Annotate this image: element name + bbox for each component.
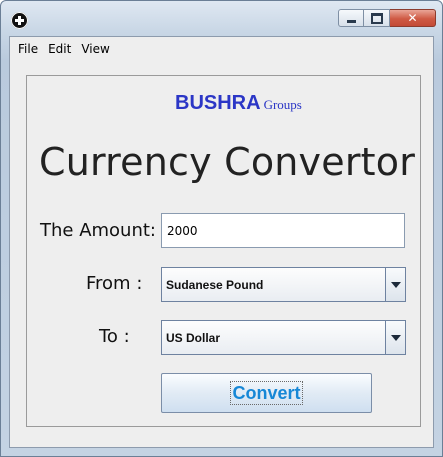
title-bar[interactable]: ✕: [1, 1, 442, 35]
java-app-icon[interactable]: [11, 12, 28, 29]
from-dropdown-button[interactable]: [385, 268, 405, 301]
to-dropdown-button[interactable]: [385, 321, 405, 354]
converter-panel: BUSHRA Groups Currency Convertor The Amou…: [26, 75, 421, 427]
brand-name: BUSHRA: [175, 92, 261, 114]
to-currency-select[interactable]: US Dollar: [161, 320, 406, 355]
convert-button[interactable]: Convert: [161, 373, 372, 413]
menu-edit[interactable]: Edit: [43, 37, 76, 61]
from-currency-select[interactable]: Sudanese Pound: [161, 267, 406, 302]
brand-logo: BUSHRA Groups: [175, 92, 302, 115]
to-currency-value: US Dollar: [166, 330, 221, 345]
chevron-down-icon: [390, 281, 401, 288]
page-title: Currency Convertor: [39, 140, 416, 184]
minimize-button[interactable]: [338, 9, 364, 27]
amount-label: The Amount:: [40, 220, 156, 241]
client-area: File Edit View BUSHRA Groups Currency Con…: [9, 36, 434, 448]
maximize-icon: [370, 12, 383, 24]
menu-view[interactable]: View: [76, 37, 114, 61]
from-label: From :: [86, 273, 143, 294]
brand-subtitle: Groups: [263, 97, 302, 112]
menu-bar: File Edit View: [10, 37, 433, 61]
to-label: To :: [99, 326, 130, 347]
convert-button-label: Convert: [230, 381, 303, 405]
close-icon: ✕: [407, 11, 418, 25]
app-window: ✕ File Edit View BUSHRA Groups Currency C…: [0, 0, 443, 457]
chevron-down-icon: [390, 334, 401, 341]
menu-file[interactable]: File: [10, 37, 43, 61]
close-button[interactable]: ✕: [390, 9, 436, 27]
maximize-button[interactable]: [364, 9, 390, 27]
window-controls: ✕: [338, 9, 436, 28]
amount-input[interactable]: [161, 213, 405, 248]
minimize-icon: [346, 19, 356, 23]
from-currency-value: Sudanese Pound: [166, 277, 264, 292]
